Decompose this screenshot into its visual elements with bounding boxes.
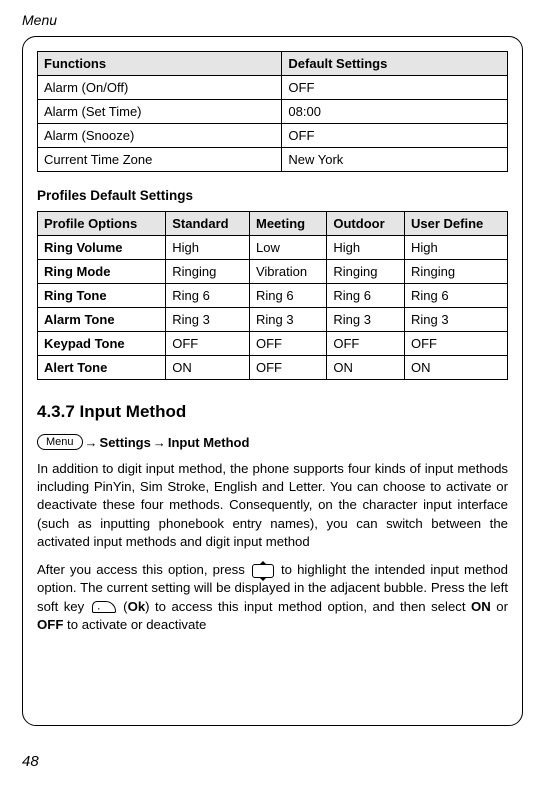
cell: Ring 3 xyxy=(327,308,405,332)
page-number: 48 xyxy=(22,753,39,770)
table-row: Current Time Zone New York xyxy=(38,148,508,172)
col-outdoor: Outdoor xyxy=(327,212,405,236)
cell: Ring 6 xyxy=(166,284,250,308)
arrow-icon: → xyxy=(153,435,166,450)
table-row: Alarm (Set Time) 08:00 xyxy=(38,100,508,124)
breadcrumb-step: Settings xyxy=(100,435,151,450)
cell: OFF xyxy=(405,332,508,356)
profiles-heading: Profiles Default Settings xyxy=(37,188,508,203)
cell-function: Alarm (Snooze) xyxy=(38,124,282,148)
cell: High xyxy=(327,236,405,260)
row-label: Ring Volume xyxy=(38,236,166,260)
col-standard: Standard xyxy=(166,212,250,236)
cell: Ring 6 xyxy=(405,284,508,308)
cell-function: Alarm (On/Off) xyxy=(38,76,282,100)
col-functions: Functions xyxy=(38,52,282,76)
page-header: Menu xyxy=(22,12,523,28)
row-label: Keypad Tone xyxy=(38,332,166,356)
cell: ON xyxy=(327,356,405,380)
table-row: Keypad Tone OFF OFF OFF OFF xyxy=(38,332,508,356)
cell-value: OFF xyxy=(282,76,508,100)
cell-value: 08:00 xyxy=(282,100,508,124)
cell-function: Current Time Zone xyxy=(38,148,282,172)
cell: Ringing xyxy=(166,260,250,284)
table-row: Ring Volume High Low High High xyxy=(38,236,508,260)
col-user-define: User Define xyxy=(405,212,508,236)
text-fragment: or xyxy=(491,599,508,614)
table-header-row: Functions Default Settings xyxy=(38,52,508,76)
cell-function: Alarm (Set Time) xyxy=(38,100,282,124)
cell: Ring 3 xyxy=(166,308,250,332)
table-row: Alarm Tone Ring 3 Ring 3 Ring 3 Ring 3 xyxy=(38,308,508,332)
row-label: Ring Tone xyxy=(38,284,166,308)
text-fragment: ( xyxy=(118,599,128,614)
breadcrumb-step: Input Method xyxy=(168,435,250,450)
cell: Ring 6 xyxy=(327,284,405,308)
on-label: ON xyxy=(471,599,491,614)
table-row: Ring Mode Ringing Vibration Ringing Ring… xyxy=(38,260,508,284)
cell: OFF xyxy=(327,332,405,356)
table-row: Alarm (On/Off) OFF xyxy=(38,76,508,100)
cell: Ringing xyxy=(405,260,508,284)
table-row: Ring Tone Ring 6 Ring 6 Ring 6 Ring 6 xyxy=(38,284,508,308)
menu-pill-icon: Menu xyxy=(37,434,83,450)
cell-value: OFF xyxy=(282,124,508,148)
breadcrumb: Menu→Settings→Input Method xyxy=(37,434,508,450)
text-fragment: After you access this option, press xyxy=(37,562,250,577)
row-label: Alert Tone xyxy=(38,356,166,380)
table-row: Alert Tone ON OFF ON ON xyxy=(38,356,508,380)
paragraph: In addition to digit input method, the p… xyxy=(37,460,508,551)
col-default-settings: Default Settings xyxy=(282,52,508,76)
text-fragment: to activate or deactivate xyxy=(63,617,206,632)
nav-key-icon xyxy=(252,564,274,578)
arrow-icon: → xyxy=(85,435,98,450)
section-title: 4.3.7 Input Method xyxy=(37,402,508,422)
off-label: OFF xyxy=(37,617,63,632)
table-header-row: Profile Options Standard Meeting Outdoor… xyxy=(38,212,508,236)
cell-value: New York xyxy=(282,148,508,172)
paragraph: After you access this option, press to h… xyxy=(37,561,508,634)
cell: High xyxy=(166,236,250,260)
cell: OFF xyxy=(249,332,326,356)
left-soft-key-icon xyxy=(92,601,116,613)
profiles-table: Profile Options Standard Meeting Outdoor… xyxy=(37,211,508,380)
cell: High xyxy=(405,236,508,260)
cell: OFF xyxy=(166,332,250,356)
table-row: Alarm (Snooze) OFF xyxy=(38,124,508,148)
cell: OFF xyxy=(249,356,326,380)
cell: Ringing xyxy=(327,260,405,284)
cell: Low xyxy=(249,236,326,260)
row-label: Alarm Tone xyxy=(38,308,166,332)
cell: Ring 3 xyxy=(249,308,326,332)
row-label: Ring Mode xyxy=(38,260,166,284)
functions-table: Functions Default Settings Alarm (On/Off… xyxy=(37,51,508,172)
col-meeting: Meeting xyxy=(249,212,326,236)
ok-label: Ok xyxy=(128,599,146,614)
cell: Vibration xyxy=(249,260,326,284)
text-fragment: ) to access this input method option, an… xyxy=(145,599,471,614)
cell: Ring 6 xyxy=(249,284,326,308)
cell: ON xyxy=(166,356,250,380)
content-frame: Functions Default Settings Alarm (On/Off… xyxy=(22,36,523,726)
cell: Ring 3 xyxy=(405,308,508,332)
cell: ON xyxy=(405,356,508,380)
col-profile-options: Profile Options xyxy=(38,212,166,236)
